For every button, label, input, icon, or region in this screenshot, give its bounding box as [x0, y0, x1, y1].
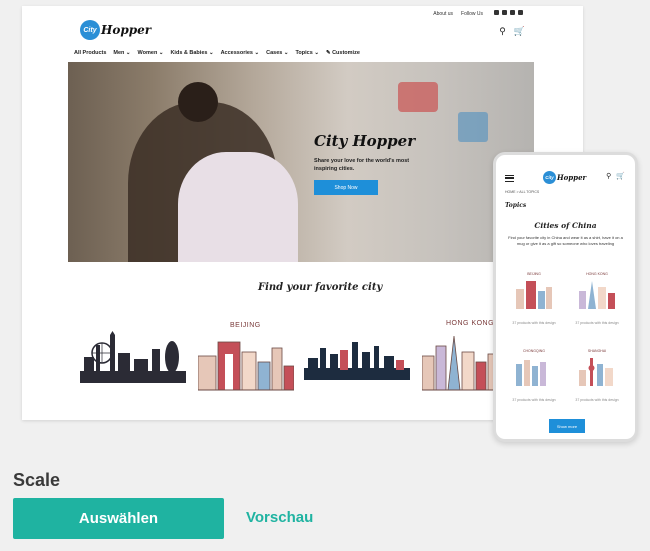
about-link: About us — [433, 10, 454, 17]
mobile-preview: City Hopper ⚲ 🛒 HOME > ALL TOPICS Topics… — [493, 152, 638, 442]
header-icons: ⚲ 🛒 — [499, 26, 525, 37]
select-button[interactable]: Auswählen — [13, 498, 224, 539]
city-label-hong-kong: HONG KONG — [446, 320, 495, 327]
dark-skyline — [304, 342, 410, 380]
hero-image: City Hopper Share your love for the worl… — [68, 62, 534, 262]
mobile-beijing-skyline — [516, 281, 552, 309]
search-icon: ⚲ — [499, 26, 506, 36]
cart-icon: 🛒 — [513, 26, 525, 36]
logo-badge: City — [80, 20, 100, 40]
show-more-button: Show more — [549, 419, 585, 433]
mobile-city-hong-kong: HONG KONG — [586, 272, 608, 276]
nav-all-products: All Products — [74, 50, 107, 56]
mobile-city-beijing: BEIJING — [527, 272, 541, 276]
topics-heading: Topics — [505, 202, 527, 209]
twitter-icon — [494, 10, 499, 15]
mobile-logo-badge: City — [543, 171, 556, 184]
hong-kong-skyline — [422, 335, 496, 391]
hero-subtitle: Share your love for the world's most ins… — [314, 158, 410, 172]
hero-title: City Hopper — [314, 132, 416, 150]
beijing-skyline — [198, 341, 294, 391]
mobile-header-icons: ⚲ 🛒 — [606, 172, 625, 180]
shop-now-button: Shop Now — [314, 180, 378, 195]
menu-icon — [505, 175, 514, 182]
mobile-note-shanghai: 37 products with this design — [575, 398, 619, 402]
cart-icon: 🛒 — [616, 173, 625, 180]
breadcrumb: HOME > ALL TOPICS — [505, 190, 540, 194]
nav-kids: Kids & Babies ⌄ — [170, 50, 214, 56]
mobile-shanghai-skyline — [579, 358, 613, 386]
nav-accessories: Accessories ⌄ — [220, 50, 260, 56]
search-icon: ⚲ — [606, 173, 612, 180]
london-skyline — [80, 331, 186, 383]
nav-men: Men ⌄ — [113, 50, 131, 56]
nav-customize: ✎ Customize — [325, 50, 360, 56]
mobile-city-chongqing: CHONGQING — [523, 349, 545, 353]
mobile-page-title: Cities of China — [534, 221, 597, 230]
section-title: Find your favorite city — [258, 282, 383, 293]
main-nav: All Products Men ⌄ Women ⌄ Kids & Babies… — [74, 50, 360, 56]
mobile-logo-text: Hopper — [557, 173, 587, 182]
city-label-beijing: BEIJING — [230, 322, 261, 329]
mobile-city-shanghai: SHANGHAI — [587, 349, 607, 353]
template-title: Scale — [13, 470, 61, 490]
mobile-hong-kong-skyline — [579, 281, 615, 309]
facebook-icon — [510, 10, 515, 15]
mobile-note-hong-kong: 37 products with this design — [575, 321, 619, 325]
mobile-note-chongqing: 37 products with this design — [512, 398, 556, 402]
mobile-description: Find your favorite city in China and wea… — [508, 235, 623, 246]
preview-link[interactable]: Vorschau — [246, 509, 313, 526]
top-bar: About us Follow Us — [433, 10, 523, 17]
nav-women: Women ⌄ — [137, 50, 164, 56]
logo: City Hopper — [80, 20, 151, 40]
mobile-logo: City Hopper — [543, 171, 586, 184]
mobile-note-beijing: 37 products with this design — [512, 321, 556, 325]
follow-label: Follow Us — [461, 10, 483, 17]
logo-text: Hopper — [101, 23, 152, 37]
nav-cases: Cases ⌄ — [266, 50, 289, 56]
instagram-icon — [502, 10, 507, 15]
mobile-chongqing-skyline — [516, 360, 546, 386]
nav-topics: Topics ⌄ — [295, 50, 319, 56]
youtube-icon — [518, 10, 523, 15]
